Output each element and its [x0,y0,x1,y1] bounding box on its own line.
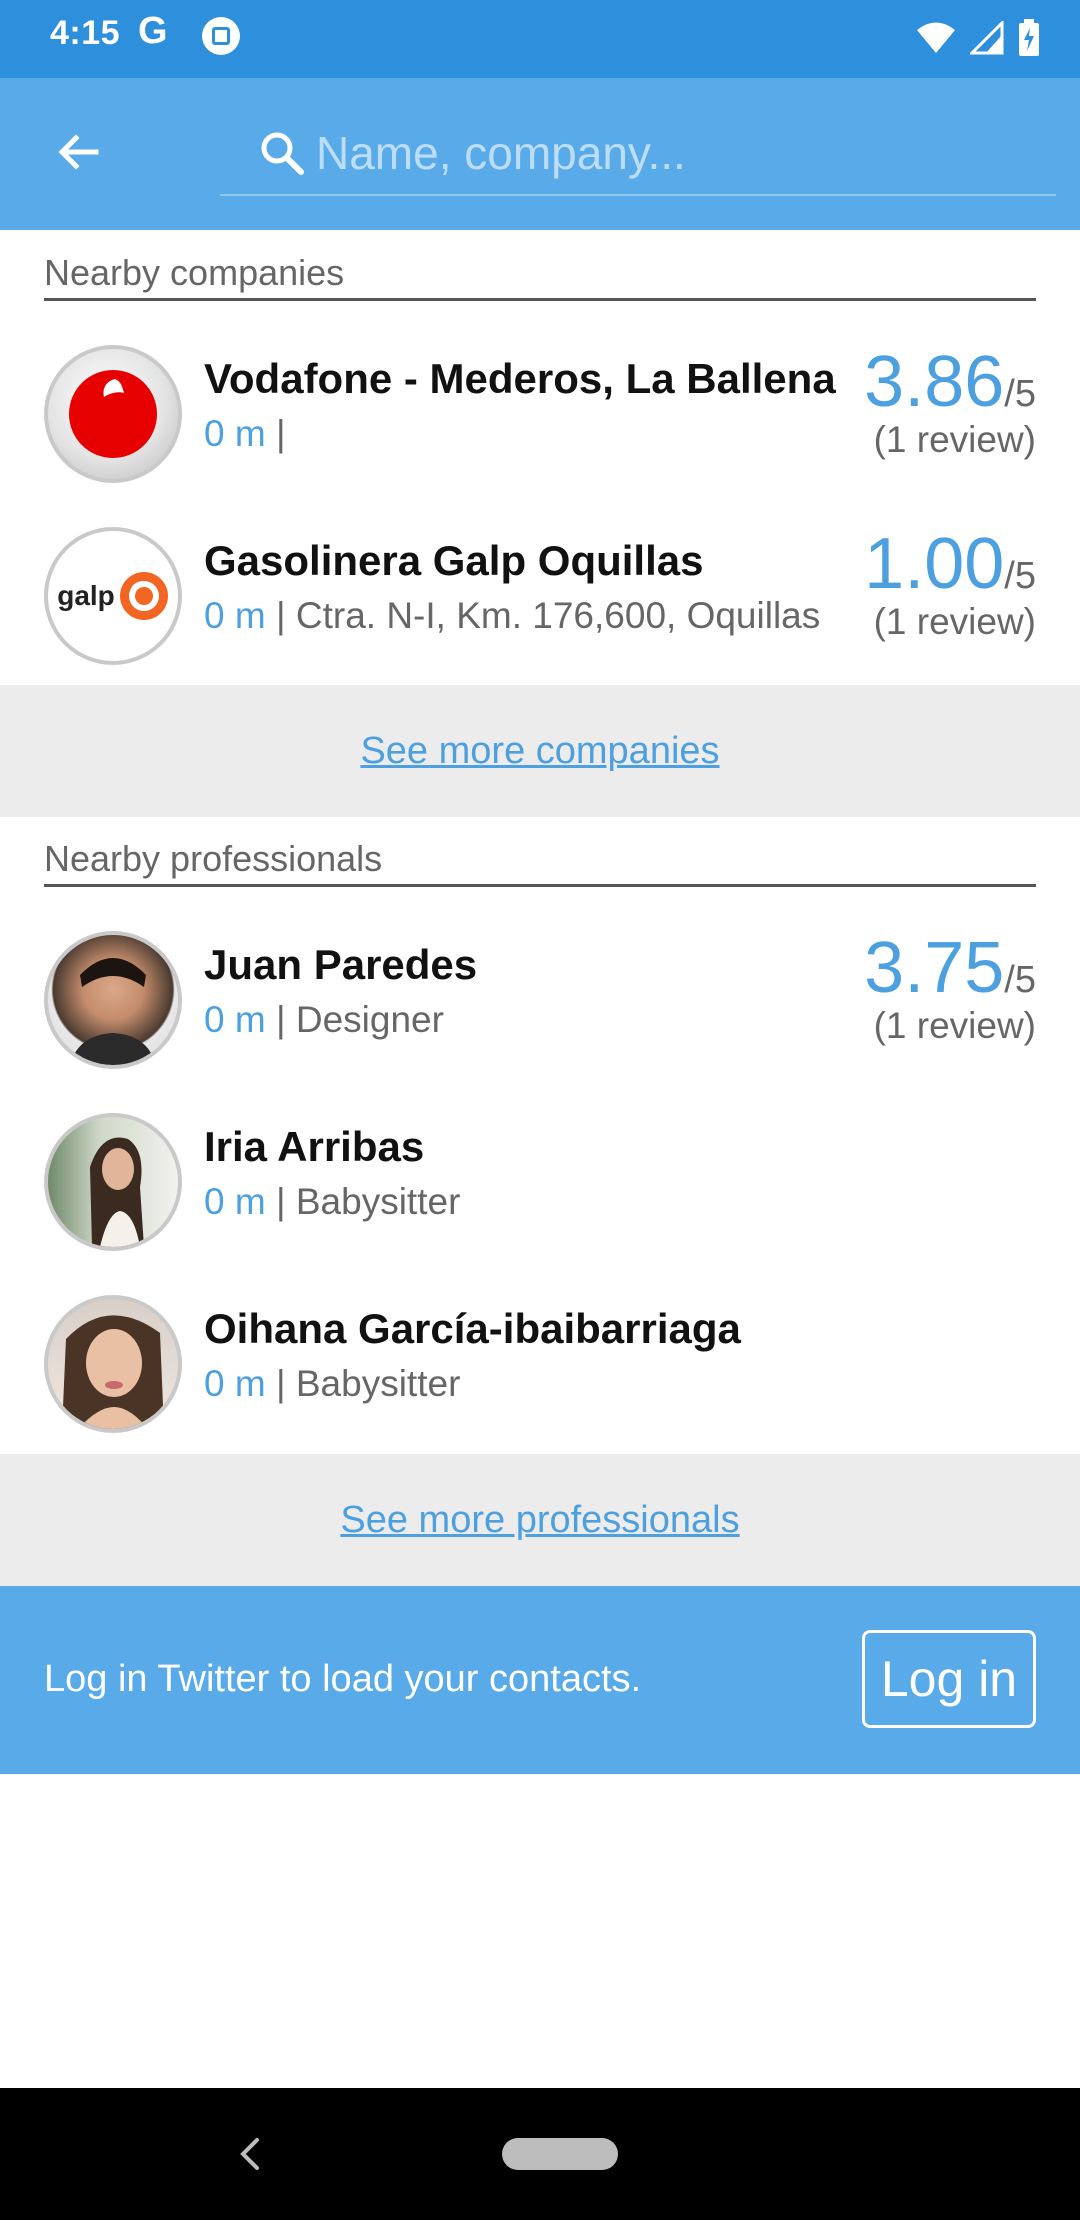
rating-box: 1.00/5 (1 review) [864,523,1036,643]
professional-name: Juan Paredes [204,941,478,988]
review-count: (1 review) [873,419,1036,460]
status-time: 4:15 [50,14,121,52]
review-count: (1 review) [873,1005,1036,1046]
professionals-section-title: Nearby professionals [44,838,1036,887]
avatar [44,1113,182,1251]
distance: 0 m [204,1181,266,1222]
distance: 0 m [204,595,266,636]
professional-info: 0 m | Designer [204,999,829,1041]
professional-item-juan[interactable]: Juan Paredes 0 m | Designer 3.75/5 (1 re… [0,907,1080,1089]
rating-max: /5 [1004,373,1036,415]
professional-item-iria[interactable]: Iria Arribas 0 m | Babysitter [0,1089,1080,1271]
nav-back-button[interactable] [222,2126,278,2182]
search-input[interactable] [316,126,1016,180]
separator: | [275,1181,286,1222]
search-icon [254,125,310,181]
see-more-companies-bar: See more companies [0,685,1080,817]
galp-logo: galp [44,527,182,665]
status-bar: 4:15 G [0,0,1080,78]
profession: Babysitter [295,1181,461,1222]
company-name: Vodafone - Mederos, La Ballena [204,355,836,402]
separator: | [275,999,286,1040]
rating-max: /5 [1004,555,1036,597]
company-item-vodafone[interactable]: Vodafone - Mederos, La Ballena 0 m | 3.8… [0,321,1080,503]
professional-name: Iria Arribas [204,1123,425,1170]
rating-value: 3.75 [864,928,1005,1008]
company-address: Ctra. N-I, Km. 176,600, Oquillas [295,595,821,636]
separator: | [275,413,286,454]
app-bar [0,78,1080,230]
twitter-banner: Log in Twitter to load your contacts. Lo… [0,1586,1080,1774]
separator: | [275,595,286,636]
company-location: 0 m | [204,413,829,455]
see-more-professionals-bar: See more professionals [0,1454,1080,1586]
professional-item-oihana[interactable]: Oihana García-ibaibarriaga 0 m | Babysit… [0,1271,1080,1453]
rating-value: 3.86 [864,342,1005,422]
distance: 0 m [204,1363,266,1404]
navigation-bar [0,2088,1080,2220]
nav-back-icon [240,2138,259,2170]
login-button[interactable]: Log in [862,1630,1036,1728]
see-more-companies-link[interactable]: See more companies [360,730,719,773]
battery-icon [1019,19,1039,56]
professional-info: 0 m | Babysitter [204,1363,829,1405]
rating-value: 1.00 [864,524,1005,604]
gallery-icon [202,17,240,55]
back-button[interactable] [44,118,112,186]
companies-section-title: Nearby companies [44,252,1036,301]
separator: | [275,1363,286,1404]
professional-name: Oihana García-ibaibarriaga [204,1305,741,1352]
vodafone-logo [44,345,182,483]
profession: Designer [295,999,444,1040]
galp-logo-text: galp [57,580,115,611]
profession: Babysitter [295,1363,461,1404]
professional-info: 0 m | Babysitter [204,1181,829,1223]
rating-max: /5 [1004,959,1036,1001]
signal-icon [970,21,1004,55]
search-field[interactable] [220,112,1056,196]
review-count: (1 review) [873,601,1036,642]
distance: 0 m [204,999,266,1040]
nav-home-button[interactable] [502,2138,618,2170]
google-icon: G [138,10,168,52]
avatar [44,1295,182,1433]
rating-box: 3.75/5 (1 review) [864,927,1036,1047]
company-name: Gasolinera Galp Oquillas [204,537,704,584]
arrow-back-icon [58,134,99,170]
status-icons [916,16,1040,60]
company-location: 0 m | Ctra. N-I, Km. 176,600, Oquillas [204,595,829,637]
galp-symbol [119,572,168,620]
avatar [44,931,182,1069]
wifi-icon [917,22,955,53]
distance: 0 m [204,413,266,454]
twitter-message: Log in Twitter to load your contacts. [44,1658,642,1700]
see-more-professionals-link[interactable]: See more professionals [340,1499,739,1542]
company-item-galp[interactable]: galp Gasolinera Galp Oquillas 0 m | Ctra… [0,503,1080,685]
rating-box: 3.86/5 (1 review) [864,341,1036,461]
